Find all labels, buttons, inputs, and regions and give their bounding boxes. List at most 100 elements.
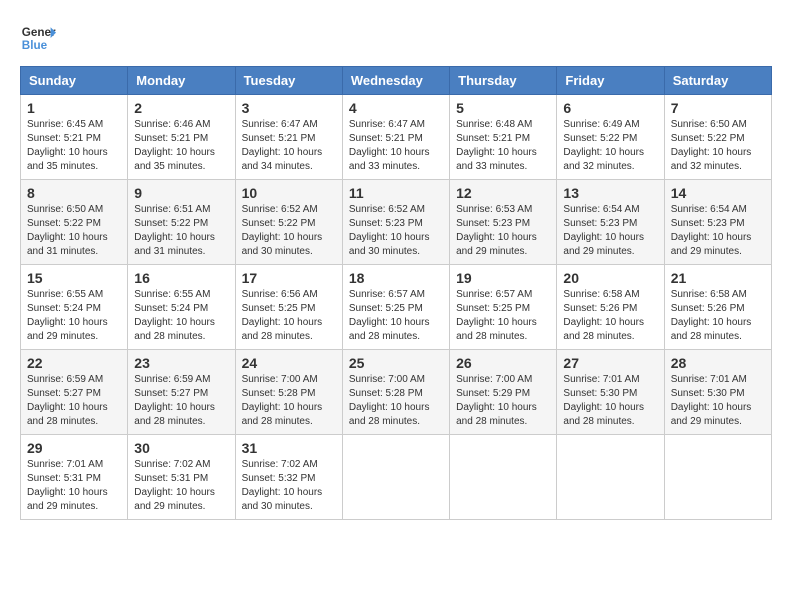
calendar-cell xyxy=(664,435,771,520)
day-info: Sunrise: 6:53 AMSunset: 5:23 PMDaylight:… xyxy=(456,203,550,259)
day-number: 30 xyxy=(134,440,228,456)
weekday-header-saturday: Saturday xyxy=(664,67,771,95)
day-info: Sunrise: 6:57 AMSunset: 5:25 PMDaylight:… xyxy=(349,288,443,344)
day-info: Sunrise: 6:52 AMSunset: 5:22 PMDaylight:… xyxy=(242,203,336,259)
calendar-cell xyxy=(450,435,557,520)
day-number: 22 xyxy=(27,355,121,371)
weekday-header-thursday: Thursday xyxy=(450,67,557,95)
day-info: Sunrise: 6:57 AMSunset: 5:25 PMDaylight:… xyxy=(456,288,550,344)
day-info: Sunrise: 6:55 AMSunset: 5:24 PMDaylight:… xyxy=(134,288,228,344)
calendar-cell: 28 Sunrise: 7:01 AMSunset: 5:30 PMDaylig… xyxy=(664,350,771,435)
calendar-cell: 9 Sunrise: 6:51 AMSunset: 5:22 PMDayligh… xyxy=(128,180,235,265)
day-number: 12 xyxy=(456,185,550,201)
week-row-4: 22 Sunrise: 6:59 AMSunset: 5:27 PMDaylig… xyxy=(21,350,772,435)
day-number: 19 xyxy=(456,270,550,286)
weekday-header-sunday: Sunday xyxy=(21,67,128,95)
weekday-header-row: SundayMondayTuesdayWednesdayThursdayFrid… xyxy=(21,67,772,95)
day-info: Sunrise: 6:45 AMSunset: 5:21 PMDaylight:… xyxy=(27,118,121,174)
calendar-cell: 1 Sunrise: 6:45 AMSunset: 5:21 PMDayligh… xyxy=(21,95,128,180)
weekday-header-monday: Monday xyxy=(128,67,235,95)
calendar-cell: 16 Sunrise: 6:55 AMSunset: 5:24 PMDaylig… xyxy=(128,265,235,350)
calendar-cell: 29 Sunrise: 7:01 AMSunset: 5:31 PMDaylig… xyxy=(21,435,128,520)
day-number: 29 xyxy=(27,440,121,456)
day-number: 17 xyxy=(242,270,336,286)
day-info: Sunrise: 6:47 AMSunset: 5:21 PMDaylight:… xyxy=(349,118,443,174)
day-info: Sunrise: 7:01 AMSunset: 5:30 PMDaylight:… xyxy=(563,373,657,429)
day-number: 21 xyxy=(671,270,765,286)
calendar-cell: 20 Sunrise: 6:58 AMSunset: 5:26 PMDaylig… xyxy=(557,265,664,350)
calendar-cell: 12 Sunrise: 6:53 AMSunset: 5:23 PMDaylig… xyxy=(450,180,557,265)
calendar-cell: 3 Sunrise: 6:47 AMSunset: 5:21 PMDayligh… xyxy=(235,95,342,180)
logo-icon: General Blue xyxy=(20,20,56,56)
day-number: 1 xyxy=(27,100,121,116)
day-info: Sunrise: 6:59 AMSunset: 5:27 PMDaylight:… xyxy=(134,373,228,429)
svg-text:Blue: Blue xyxy=(22,39,48,52)
day-number: 16 xyxy=(134,270,228,286)
calendar-cell: 18 Sunrise: 6:57 AMSunset: 5:25 PMDaylig… xyxy=(342,265,449,350)
logo: General Blue xyxy=(20,20,56,56)
calendar-cell: 25 Sunrise: 7:00 AMSunset: 5:28 PMDaylig… xyxy=(342,350,449,435)
day-info: Sunrise: 6:50 AMSunset: 5:22 PMDaylight:… xyxy=(671,118,765,174)
calendar-cell: 19 Sunrise: 6:57 AMSunset: 5:25 PMDaylig… xyxy=(450,265,557,350)
day-info: Sunrise: 6:54 AMSunset: 5:23 PMDaylight:… xyxy=(671,203,765,259)
day-number: 26 xyxy=(456,355,550,371)
day-number: 10 xyxy=(242,185,336,201)
week-row-5: 29 Sunrise: 7:01 AMSunset: 5:31 PMDaylig… xyxy=(21,435,772,520)
day-number: 27 xyxy=(563,355,657,371)
calendar-cell xyxy=(557,435,664,520)
header: General Blue xyxy=(20,20,772,56)
day-number: 14 xyxy=(671,185,765,201)
calendar-cell: 31 Sunrise: 7:02 AMSunset: 5:32 PMDaylig… xyxy=(235,435,342,520)
day-number: 11 xyxy=(349,185,443,201)
calendar-cell: 6 Sunrise: 6:49 AMSunset: 5:22 PMDayligh… xyxy=(557,95,664,180)
day-number: 20 xyxy=(563,270,657,286)
week-row-2: 8 Sunrise: 6:50 AMSunset: 5:22 PMDayligh… xyxy=(21,180,772,265)
calendar-cell: 21 Sunrise: 6:58 AMSunset: 5:26 PMDaylig… xyxy=(664,265,771,350)
day-number: 18 xyxy=(349,270,443,286)
day-info: Sunrise: 6:46 AMSunset: 5:21 PMDaylight:… xyxy=(134,118,228,174)
day-info: Sunrise: 7:01 AMSunset: 5:31 PMDaylight:… xyxy=(27,458,121,514)
week-row-1: 1 Sunrise: 6:45 AMSunset: 5:21 PMDayligh… xyxy=(21,95,772,180)
day-number: 3 xyxy=(242,100,336,116)
day-number: 23 xyxy=(134,355,228,371)
day-info: Sunrise: 7:00 AMSunset: 5:28 PMDaylight:… xyxy=(242,373,336,429)
calendar-cell xyxy=(342,435,449,520)
day-number: 28 xyxy=(671,355,765,371)
day-info: Sunrise: 6:49 AMSunset: 5:22 PMDaylight:… xyxy=(563,118,657,174)
day-info: Sunrise: 6:56 AMSunset: 5:25 PMDaylight:… xyxy=(242,288,336,344)
day-number: 7 xyxy=(671,100,765,116)
day-number: 24 xyxy=(242,355,336,371)
day-info: Sunrise: 7:02 AMSunset: 5:32 PMDaylight:… xyxy=(242,458,336,514)
calendar-cell: 27 Sunrise: 7:01 AMSunset: 5:30 PMDaylig… xyxy=(557,350,664,435)
day-number: 2 xyxy=(134,100,228,116)
day-number: 9 xyxy=(134,185,228,201)
calendar-cell: 5 Sunrise: 6:48 AMSunset: 5:21 PMDayligh… xyxy=(450,95,557,180)
weekday-header-friday: Friday xyxy=(557,67,664,95)
day-info: Sunrise: 6:48 AMSunset: 5:21 PMDaylight:… xyxy=(456,118,550,174)
day-number: 5 xyxy=(456,100,550,116)
day-info: Sunrise: 6:47 AMSunset: 5:21 PMDaylight:… xyxy=(242,118,336,174)
day-number: 8 xyxy=(27,185,121,201)
calendar-table: SundayMondayTuesdayWednesdayThursdayFrid… xyxy=(20,66,772,520)
calendar-cell: 23 Sunrise: 6:59 AMSunset: 5:27 PMDaylig… xyxy=(128,350,235,435)
day-info: Sunrise: 6:58 AMSunset: 5:26 PMDaylight:… xyxy=(563,288,657,344)
calendar-cell: 2 Sunrise: 6:46 AMSunset: 5:21 PMDayligh… xyxy=(128,95,235,180)
weekday-header-wednesday: Wednesday xyxy=(342,67,449,95)
calendar-cell: 4 Sunrise: 6:47 AMSunset: 5:21 PMDayligh… xyxy=(342,95,449,180)
day-info: Sunrise: 7:02 AMSunset: 5:31 PMDaylight:… xyxy=(134,458,228,514)
day-info: Sunrise: 6:51 AMSunset: 5:22 PMDaylight:… xyxy=(134,203,228,259)
week-row-3: 15 Sunrise: 6:55 AMSunset: 5:24 PMDaylig… xyxy=(21,265,772,350)
day-number: 31 xyxy=(242,440,336,456)
day-info: Sunrise: 6:52 AMSunset: 5:23 PMDaylight:… xyxy=(349,203,443,259)
calendar-cell: 17 Sunrise: 6:56 AMSunset: 5:25 PMDaylig… xyxy=(235,265,342,350)
day-info: Sunrise: 7:01 AMSunset: 5:30 PMDaylight:… xyxy=(671,373,765,429)
weekday-header-tuesday: Tuesday xyxy=(235,67,342,95)
day-number: 15 xyxy=(27,270,121,286)
calendar-cell: 14 Sunrise: 6:54 AMSunset: 5:23 PMDaylig… xyxy=(664,180,771,265)
day-info: Sunrise: 7:00 AMSunset: 5:28 PMDaylight:… xyxy=(349,373,443,429)
day-number: 25 xyxy=(349,355,443,371)
day-number: 13 xyxy=(563,185,657,201)
day-info: Sunrise: 6:50 AMSunset: 5:22 PMDaylight:… xyxy=(27,203,121,259)
day-info: Sunrise: 7:00 AMSunset: 5:29 PMDaylight:… xyxy=(456,373,550,429)
day-number: 4 xyxy=(349,100,443,116)
